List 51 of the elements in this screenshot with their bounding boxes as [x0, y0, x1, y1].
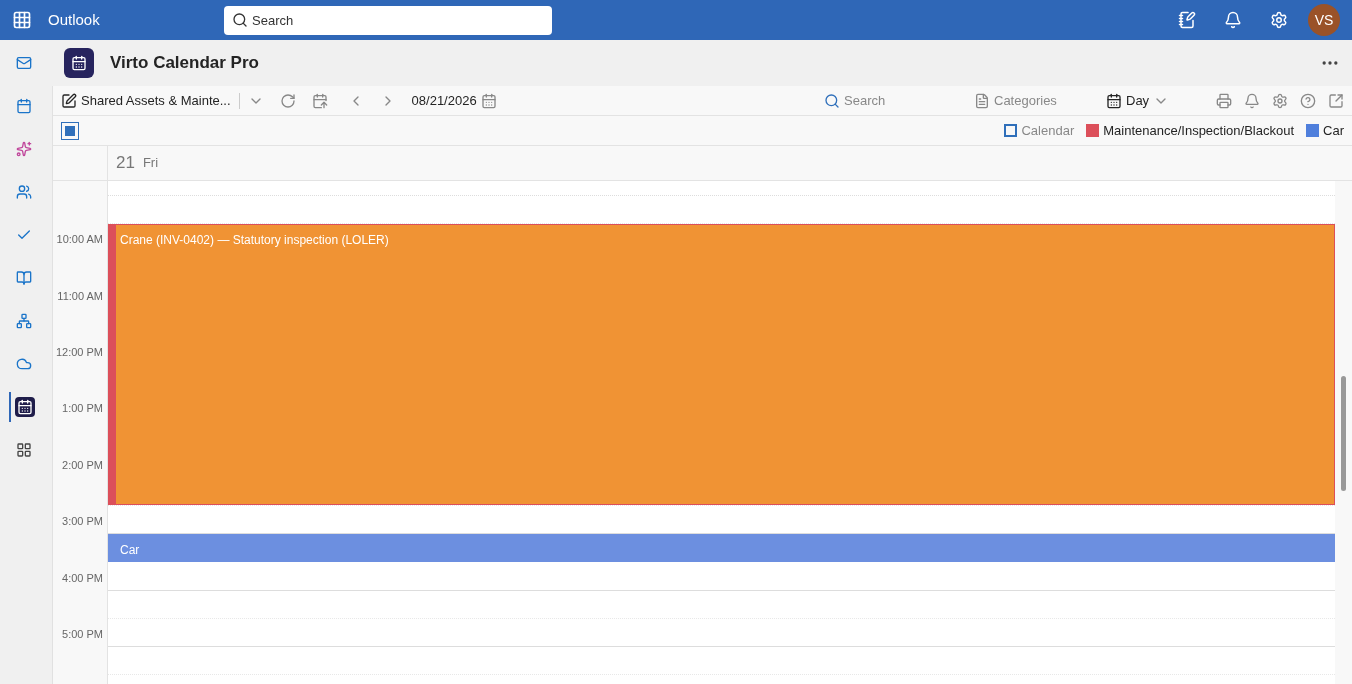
apps-icon [16, 442, 32, 458]
print-icon[interactable] [1216, 92, 1232, 109]
day-number: 21 [116, 152, 135, 175]
calendar-icon [16, 98, 32, 114]
calendar-icon [17, 399, 33, 415]
search-field[interactable]: Search [224, 5, 552, 35]
time-label: 11:00 AM [57, 289, 103, 302]
list-icon [974, 92, 990, 109]
time-label: 5:00 PM [62, 627, 103, 640]
calendar-icon [71, 55, 87, 71]
help-icon[interactable] [1300, 92, 1316, 109]
search-field[interactable]: Search [844, 90, 964, 111]
time-label: 4:00 PM [62, 571, 103, 584]
mail-icon [16, 55, 32, 71]
date-picker-icon[interactable] [480, 92, 497, 109]
hierarchy-icon [16, 313, 32, 329]
calendar-icon [1106, 92, 1122, 109]
app-name[interactable]: Outlook [48, 8, 224, 32]
scrollbar[interactable] [1335, 181, 1352, 684]
categories-button[interactable]: Categories [974, 90, 1106, 111]
legend-label[interactable]: Calendar [1021, 120, 1075, 141]
legend-label[interactable]: Maintenance/Inspection/Blackout [1103, 120, 1295, 141]
edit-icon [61, 92, 77, 109]
app-launcher-icon[interactable] [12, 10, 32, 30]
calendar-event[interactable]: Car [108, 534, 1335, 562]
open-external-icon[interactable] [1328, 92, 1344, 109]
weekday-label: Fri [142, 154, 159, 173]
select-all-checkbox[interactable] [61, 121, 79, 140]
view-dropdown[interactable]: Day [1106, 90, 1216, 111]
notification-icon[interactable] [1224, 11, 1242, 29]
calendar-selector[interactable]: Shared Assets & Mainte... [61, 90, 231, 111]
time-label: 10:00 AM [56, 233, 103, 246]
note-icon[interactable] [1178, 11, 1196, 29]
cloud-icon [16, 356, 32, 372]
notification-icon[interactable] [1244, 92, 1260, 109]
refresh-icon[interactable] [279, 92, 296, 109]
settings-icon[interactable] [1272, 92, 1288, 109]
legend-label[interactable]: Car [1323, 120, 1344, 141]
time-label: 12:00 PM [55, 345, 103, 358]
people-icon [16, 184, 32, 200]
date-text[interactable]: 08/21/2026 [411, 90, 477, 111]
search-icon [232, 11, 248, 28]
time-label: 1:00 PM [62, 402, 103, 415]
sparkle-icon [16, 141, 32, 157]
avatar[interactable]: VS [1308, 4, 1340, 36]
calendar-arrow-icon[interactable] [311, 92, 328, 109]
app-title: Virto Calendar Pro [110, 52, 259, 75]
search-icon [824, 92, 840, 109]
book-icon [16, 270, 32, 286]
time-label: 3:00 PM [62, 515, 103, 528]
time-label: 2:00 PM [62, 458, 103, 471]
